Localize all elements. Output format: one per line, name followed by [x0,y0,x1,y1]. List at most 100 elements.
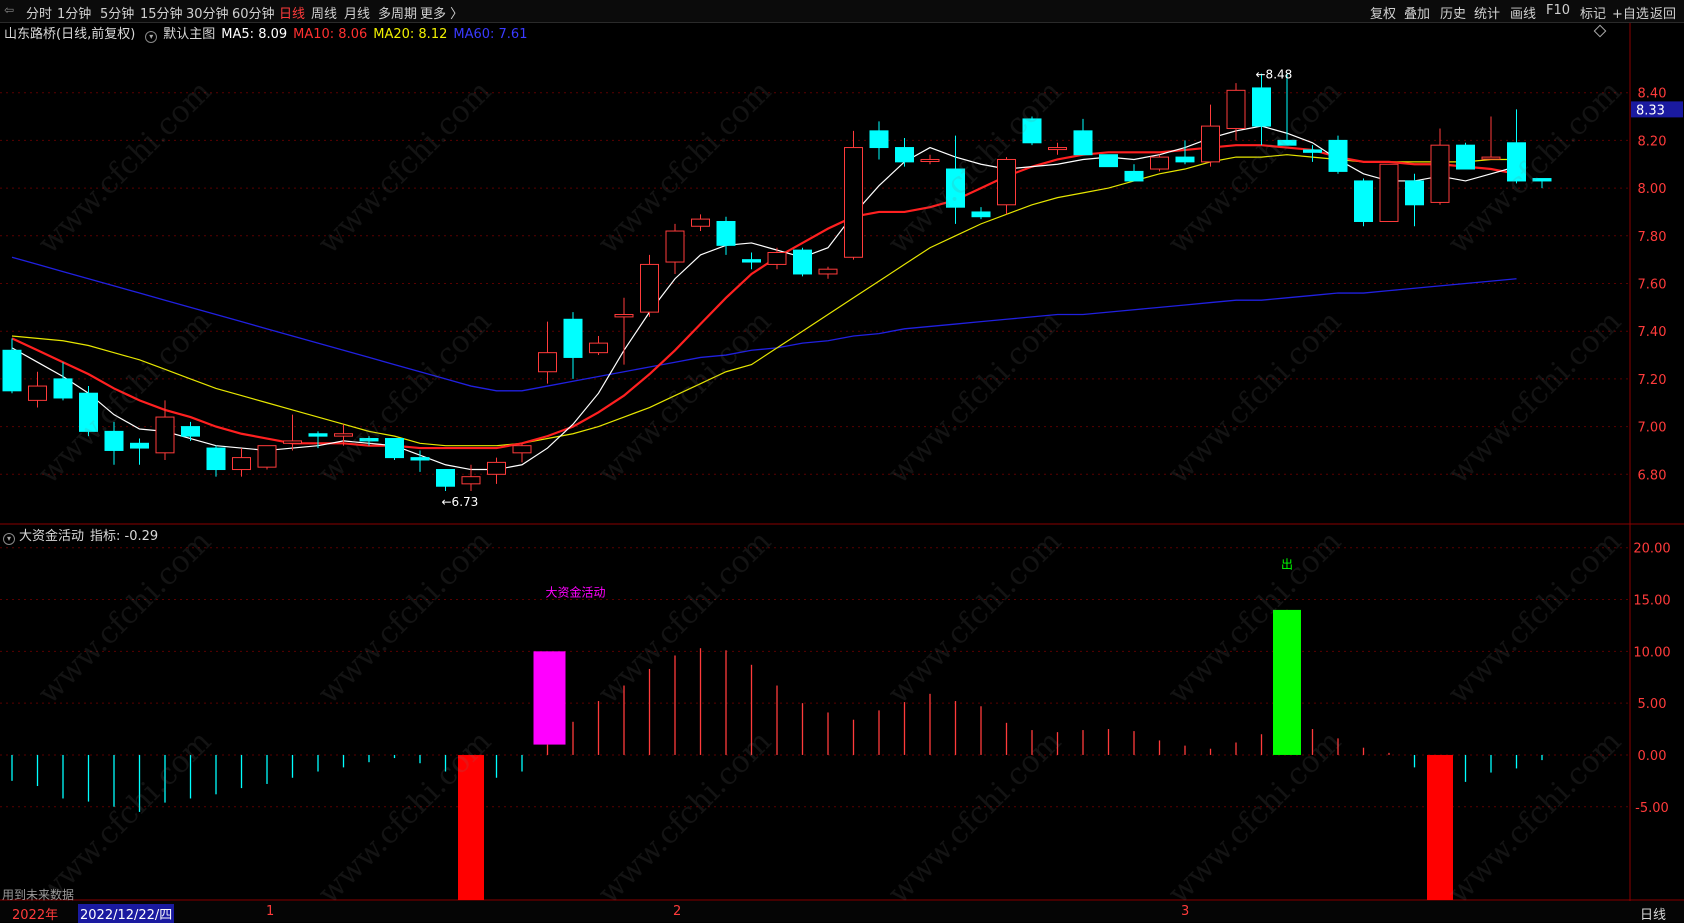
candle-body-0 [2,349,22,392]
candle-body-58 [1481,156,1501,160]
candle-22 [563,312,583,379]
chart-canvas[interactable]: 6.80 7.00 7.20 7.40 7.60 7.80 8.00 8.20 8.40 -5.0… [0,0,1684,922]
candle-body-16 [410,457,430,461]
candle-body-1 [28,385,47,401]
candle-body-40 [1022,118,1042,144]
candle-5 [130,438,149,465]
candle-16 [410,450,430,472]
candle-32 [818,266,838,279]
candle-23 [589,335,608,356]
candle-body-11 [283,440,302,444]
candle-30 [767,247,787,270]
candle-body-30 [767,251,787,265]
candle-body-25 [640,263,659,313]
candle-body-46 [1175,156,1195,163]
candle-29 [742,252,761,270]
ind-tick-4: 15.00 [1633,594,1670,609]
candle-body-57 [1456,144,1475,170]
candle-body-28 [716,220,736,246]
candle-34 [869,121,889,160]
candle-body-35 [895,147,914,163]
ind-tick-0: -5.00 [1635,801,1669,816]
candle-40 [1022,116,1042,146]
candle-body-21 [538,352,557,373]
candle-body-50 [1277,139,1297,146]
ind-red-box-1 [1427,754,1453,900]
candle-body-22 [563,318,583,358]
candle-26 [665,223,685,274]
candle-body-49 [1252,87,1271,127]
ma10-line [11,144,1517,450]
candle-body-8 [206,447,226,471]
period-corner-label[interactable]: 日线 [1640,904,1666,923]
candle-38 [971,207,991,220]
candle-body-32 [818,268,838,275]
ind-tick-3: 10.00 [1633,645,1670,660]
candle-31 [793,247,812,277]
candle-52 [1328,135,1348,174]
year-label: 2022年 [12,908,59,923]
candle-body-15 [385,438,404,459]
candle-body-39 [997,158,1016,206]
candle-body-6 [155,416,175,454]
ind-red-box-0 [458,754,484,900]
candle-42 [1073,118,1093,156]
month-label-2: 2 [673,904,682,919]
price-tick-4: 7.60 [1638,278,1667,293]
candle-body-59 [1507,142,1526,182]
candle-19 [487,457,506,484]
candle-33 [844,130,863,260]
candle-27 [691,214,710,232]
candle-11 [283,414,302,451]
candle-body-18 [461,476,481,485]
candle-body-56 [1430,144,1450,203]
candle-body-53 [1354,180,1373,222]
candle-body-26 [665,230,685,263]
candle-body-20 [512,445,532,454]
candle-body-17 [436,469,455,487]
candle-6 [155,400,175,460]
candle-37 [946,135,965,224]
signal-label: 大资金活动 [546,584,606,599]
candle-body-7 [181,426,200,437]
candle-59 [1507,109,1526,184]
candle-4 [104,421,124,465]
candle-body-10 [257,445,277,468]
candle-45 [1150,154,1169,172]
candle-51 [1303,145,1322,162]
candle-body-33 [844,147,863,258]
candle-17 [436,469,455,491]
price-tick-3: 7.40 [1638,325,1667,340]
candle-body-41 [1048,147,1067,151]
candle-25 [640,254,659,317]
candle-body-31 [793,249,812,275]
candle-body-37 [946,168,965,208]
candle-body-13 [334,433,353,437]
candle-47 [1201,104,1220,167]
candle-body-54 [1379,163,1399,222]
candle-20 [512,443,532,463]
month-label-1: 1 [266,904,275,919]
candle-body-45 [1150,156,1169,170]
candle-body-55 [1405,180,1424,206]
candle-12 [308,431,328,449]
candle-44 [1124,164,1144,182]
candle-53 [1354,178,1373,227]
ind-magenta-box [533,651,566,745]
candle-body-2 [53,378,73,399]
high-annotation: ←8.48 [1256,68,1293,82]
candle-48 [1226,83,1246,141]
candle-10 [257,445,277,470]
candle-0 [2,338,22,394]
candle-1 [28,371,47,408]
candle-57 [1456,142,1475,170]
candle-8 [206,445,226,477]
ind-tick-5: 20.00 [1633,542,1670,557]
candle-43 [1099,154,1118,168]
date-axis-bar [0,901,1684,922]
candle-36 [920,154,940,165]
candle-9 [232,448,251,477]
candle-50 [1277,73,1297,146]
candle-54 [1379,163,1399,222]
cursor-date-label: 2022/12/22/四 [78,904,175,923]
